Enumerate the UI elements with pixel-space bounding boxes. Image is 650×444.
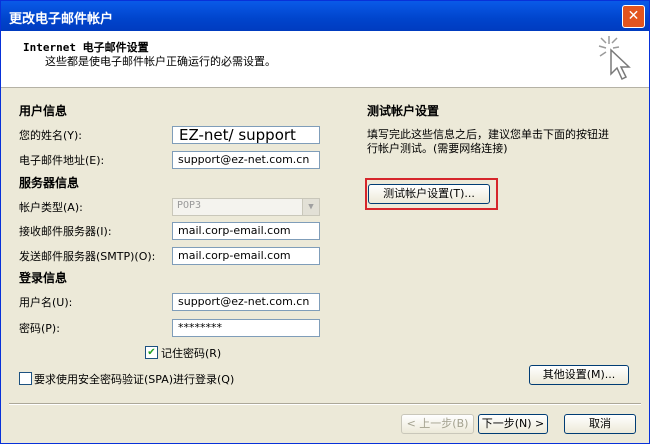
window-title: 更改电子邮件帐户 xyxy=(9,12,114,27)
account-type-value: POP3 xyxy=(177,200,202,211)
more-settings-button[interactable]: 其他设置(M)... xyxy=(529,365,629,385)
spa-label: 要求使用安全密码验证(SPA)进行登录(Q) xyxy=(34,373,235,386)
name-label: 您的姓名(Y): xyxy=(19,129,83,142)
username-label: 用户名(U): xyxy=(19,296,73,309)
dropdown-arrow-icon: ▼ xyxy=(302,199,319,215)
header-panel: Internet 电子邮件设置 这些都是使电子邮件帐户正确运行的必需设置。 xyxy=(1,31,649,88)
email-label: 电子邮件地址(E): xyxy=(19,154,105,167)
title-bar[interactable]: 更改电子邮件帐户 ✕ xyxy=(1,1,649,31)
change-email-account-dialog: 更改电子邮件帐户 ✕ Internet 电子邮件设置 这些都是使电子邮件帐户正确… xyxy=(0,0,650,444)
name-input[interactable]: EZ-net/ support xyxy=(172,126,320,144)
username-input[interactable]: support@ez-net.com.cn xyxy=(172,293,320,311)
account-type-select: POP3 ▼ xyxy=(172,198,320,216)
back-button[interactable]: < 上一步(B) xyxy=(401,414,474,434)
password-input[interactable]: ******** xyxy=(172,319,320,337)
test-description-line2: 行帐户测试。(需要网络连接) xyxy=(367,142,508,155)
password-label: 密码(P): xyxy=(19,322,60,335)
outgoing-server-label: 发送邮件服务器(SMTP)(O): xyxy=(19,250,156,263)
incoming-server-label: 接收邮件服务器(I): xyxy=(19,225,112,238)
next-button[interactable]: 下一步(N) > xyxy=(478,414,548,434)
header-subtitle: 这些都是使电子邮件帐户正确运行的必需设置。 xyxy=(45,55,276,68)
email-input[interactable]: support@ez-net.com.cn xyxy=(172,151,320,169)
close-button[interactable]: ✕ xyxy=(622,5,645,28)
outgoing-server-input[interactable]: mail.corp-email.com xyxy=(172,247,320,265)
remember-password-label: 记住密码(R) xyxy=(161,347,222,360)
account-type-label: 帐户类型(A): xyxy=(19,201,83,214)
incoming-server-input[interactable]: mail.corp-email.com xyxy=(172,222,320,240)
cancel-button[interactable]: 取消 xyxy=(564,414,636,434)
footer-divider xyxy=(9,403,641,405)
test-account-settings-button[interactable]: 测试帐户设置(T)... xyxy=(368,184,490,204)
server-info-heading: 服务器信息 xyxy=(19,176,80,190)
user-info-heading: 用户信息 xyxy=(19,104,68,118)
login-info-heading: 登录信息 xyxy=(19,271,68,285)
spa-checkbox[interactable] xyxy=(19,372,32,385)
cursor-sparkle-icon xyxy=(598,36,631,81)
test-settings-heading: 测试帐户设置 xyxy=(367,104,440,118)
remember-password-checkbox[interactable]: ✔ xyxy=(145,346,158,359)
